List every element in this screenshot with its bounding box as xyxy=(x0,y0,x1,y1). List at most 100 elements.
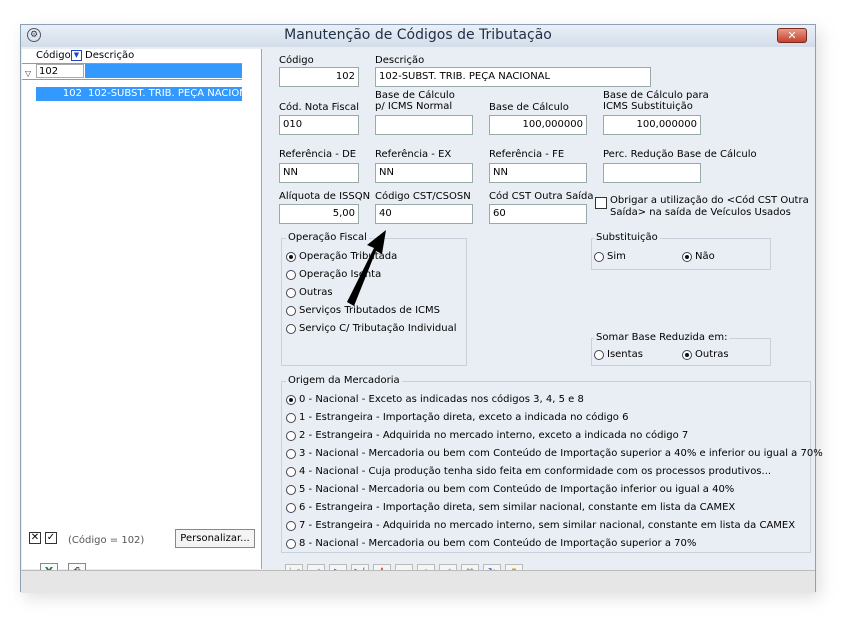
codigo-filter-input[interactable] xyxy=(36,64,84,78)
base-st-label-2: ICMS Substituição xyxy=(603,101,693,112)
grid-header: Código ▼ Descrição xyxy=(22,49,242,64)
origem-option-label: 8 - Nacional - Mercadoria ou bem com Con… xyxy=(299,538,697,549)
origem-option-label: 0 - Nacional - Exceto as indicadas nos c… xyxy=(299,394,584,405)
column-descricao[interactable]: Descrição xyxy=(85,50,134,61)
operacao-option-4[interactable]: Serviço C/ Tributação Individual xyxy=(286,323,457,334)
table-row[interactable]: 102 102-SUBST. TRIB. PEÇA NACIONAL xyxy=(36,87,242,101)
descricao-label: Descrição xyxy=(375,55,425,66)
column-codigo[interactable]: Código xyxy=(36,50,71,61)
operacao-option-label: Serviços Tributados de ICMS xyxy=(299,305,441,316)
substituicao-nao[interactable]: Não xyxy=(682,251,715,262)
cst-field[interactable]: 40 xyxy=(375,204,473,224)
radio-icon xyxy=(286,323,296,334)
filter-row: ▽ xyxy=(22,64,242,80)
substituicao-sim[interactable]: Sim xyxy=(594,251,626,262)
substituicao-title: Substituição xyxy=(594,232,660,243)
cod-nota-label: Cód. Nota Fiscal xyxy=(279,102,360,113)
origem-option-5[interactable]: 5 - Nacional - Mercadoria ou bem com Con… xyxy=(286,484,734,495)
filter-icon: ▽ xyxy=(25,69,32,78)
origem-option-6[interactable]: 6 - Estrangeira - Importação direta, sem… xyxy=(286,502,735,513)
origem-option-label: 7 - Estrangeira - Adquirida no mercado i… xyxy=(299,520,796,531)
descricao-filter-cell[interactable] xyxy=(85,64,242,78)
origem-option-label: 5 - Nacional - Mercadoria ou bem com Con… xyxy=(299,484,735,495)
cst-outra-field[interactable]: 60 xyxy=(489,204,587,224)
radio-icon xyxy=(286,466,296,477)
codigo-label: Código xyxy=(279,55,314,66)
operacao-option-2[interactable]: Outras xyxy=(286,287,333,298)
radio-icon xyxy=(286,538,296,549)
perc-red-label: Perc. Redução Base de Cálculo xyxy=(603,149,757,160)
row-descricao: 102-SUBST. TRIB. PEÇA NACIONAL xyxy=(88,88,242,99)
personalizar-button[interactable]: Personalizar... xyxy=(175,529,255,548)
base-calc-field[interactable]: 100,000000 xyxy=(489,115,587,135)
origem-option-3[interactable]: 3 - Nacional - Mercadoria ou bem com Con… xyxy=(286,448,823,459)
substituicao-group: Substituição Sim Não xyxy=(591,232,771,270)
descricao-field[interactable]: 102-SUBST. TRIB. PEÇA NACIONAL xyxy=(375,67,651,87)
somar-outras[interactable]: Outras xyxy=(682,349,729,360)
ref-de-field[interactable]: NN xyxy=(279,163,359,183)
base-calc-label: Base de Cálculo xyxy=(489,102,569,113)
obrigar-label-2: Saída> na saída de Veículos Usados xyxy=(610,207,791,218)
radio-icon xyxy=(286,287,296,298)
cod-nota-field[interactable]: 010 xyxy=(279,115,359,135)
radio-icon xyxy=(286,430,296,441)
origem-option-8[interactable]: 8 - Nacional - Mercadoria ou bem com Con… xyxy=(286,538,696,549)
radio-icon xyxy=(286,448,296,459)
origem-option-4[interactable]: 4 - Nacional - Cuja produção tenha sido … xyxy=(286,466,771,477)
ref-fe-label: Referência - FE xyxy=(489,149,565,160)
radio-icon xyxy=(286,305,296,316)
origem-option-label: 1 - Estrangeira - Importação direta, exc… xyxy=(299,412,629,423)
cst-outra-label: Cód CST Outra Saída xyxy=(489,191,594,202)
operacao-option-label: Outras xyxy=(299,287,333,298)
radio-icon xyxy=(594,349,604,360)
filter-active-checkbox[interactable]: ✓ xyxy=(45,532,57,544)
status-bar xyxy=(21,570,815,593)
perc-red-field[interactable] xyxy=(603,163,701,183)
substituicao-option-label: Sim xyxy=(607,251,626,262)
cst-label: Código CST/CSOSN xyxy=(375,191,471,202)
window-title: Manutenção de Códigos de Tributação xyxy=(284,27,552,43)
aliq-field[interactable]: 5,00 xyxy=(279,204,359,224)
radio-icon xyxy=(286,484,296,495)
radio-selected-icon xyxy=(286,394,296,405)
operacao-option-3[interactable]: Serviços Tributados de ICMS xyxy=(286,305,440,316)
radio-icon xyxy=(286,269,296,280)
codigo-field[interactable]: 102 xyxy=(279,67,359,87)
filter-status-text: (Código = 102) xyxy=(68,535,145,546)
radio-icon xyxy=(286,412,296,423)
base-icms-label-1: Base de Cálculo xyxy=(375,90,455,101)
origem-option-label: 2 - Estrangeira - Adquirida no mercado i… xyxy=(299,430,689,441)
radio-icon xyxy=(286,502,296,513)
somar-base-group: Somar Base Reduzida em: Isentas Outras xyxy=(591,332,771,366)
clear-filter-icon[interactable]: ✕ xyxy=(29,532,41,544)
base-icms-label-2: p/ ICMS Normal xyxy=(375,101,453,112)
row-codigo: 102 xyxy=(62,88,82,99)
obrigar-checkbox[interactable] xyxy=(595,197,607,209)
origem-group: Origem da Mercadoria 0 - Nacional - Exce… xyxy=(281,375,823,553)
filter-status-bar: ✕ ✓ (Código = 102) Personalizar... xyxy=(23,527,262,549)
close-button[interactable]: ✕ xyxy=(777,28,807,43)
substituicao-option-label: Não xyxy=(695,251,715,262)
somar-isentas[interactable]: Isentas xyxy=(594,349,643,360)
somar-option-label: Outras xyxy=(695,349,729,360)
ref-de-label: Referência - DE xyxy=(279,149,357,160)
main-window: ⚙ Manutenção de Códigos de Tributação ✕ … xyxy=(20,24,823,593)
radio-selected-icon xyxy=(682,349,692,360)
base-st-field[interactable]: 100,000000 xyxy=(603,115,701,135)
origem-option-7[interactable]: 7 - Estrangeira - Adquirida no mercado i… xyxy=(286,520,795,531)
somar-option-label: Isentas xyxy=(607,349,643,360)
radio-selected-icon xyxy=(682,251,692,262)
ref-fe-field[interactable]: NN xyxy=(489,163,587,183)
ref-ex-label: Referência - EX xyxy=(375,149,452,160)
origem-option-label: 4 - Nacional - Cuja produção tenha sido … xyxy=(299,466,772,477)
base-icms-field[interactable] xyxy=(375,115,473,135)
ref-ex-field[interactable]: NN xyxy=(375,163,473,183)
sort-indicator-icon[interactable]: ▼ xyxy=(71,50,82,61)
operacao-option-label: Serviço C/ Tributação Individual xyxy=(299,323,457,334)
origem-option-2[interactable]: 2 - Estrangeira - Adquirida no mercado i… xyxy=(286,430,688,441)
origem-option-label: 6 - Estrangeira - Importação direta, sem… xyxy=(299,502,736,513)
aliq-label: Alíquota de ISSQN xyxy=(279,191,371,202)
annotation-arrow-icon xyxy=(347,230,386,306)
origem-option-1[interactable]: 1 - Estrangeira - Importação direta, exc… xyxy=(286,412,628,423)
origem-option-0[interactable]: 0 - Nacional - Exceto as indicadas nos c… xyxy=(286,394,584,405)
